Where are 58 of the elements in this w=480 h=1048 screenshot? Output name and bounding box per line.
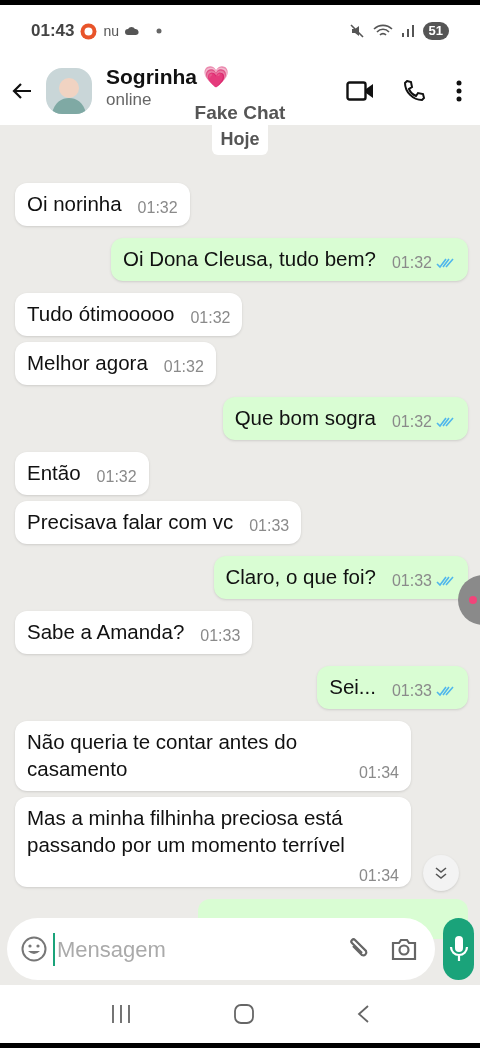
back-nav-icon[interactable] — [355, 1004, 370, 1024]
message-text: Claro, o que foi? — [225, 565, 376, 588]
cloud-icon — [125, 26, 140, 36]
signal-icon — [400, 24, 415, 38]
scroll-down-button[interactable] — [423, 855, 459, 891]
video-call-button[interactable] — [346, 80, 374, 102]
double-check-icon — [436, 685, 456, 697]
double-chevron-down-icon — [434, 866, 448, 880]
message-time: 01:33 — [249, 516, 290, 536]
double-check-icon — [436, 416, 456, 428]
message-text: Oi Dona Cleusa, tudo bem? — [122, 247, 376, 270]
message-text: Sei... — [329, 675, 376, 698]
date-chip: Hoje — [212, 125, 268, 155]
message-text: Mas a minha filhinha preciosa está passando por um momento terrível — [27, 806, 345, 856]
status-time: 01:43 — [31, 20, 75, 43]
message-text: Que bom sogra — [234, 406, 376, 429]
message-time: 01:32 — [96, 467, 137, 487]
notification-text: nu — [103, 21, 120, 41]
message-time: 01:33 — [391, 681, 432, 701]
message-time: 01:34 — [358, 763, 399, 783]
message-time: 01:32 — [391, 412, 432, 432]
contact-name: Sogrinha 💗 — [106, 66, 229, 87]
message-time: 01:34 — [358, 866, 399, 886]
overlay-label: Fake Chat — [194, 100, 286, 125]
double-check-icon — [436, 575, 456, 587]
menu-button[interactable] — [456, 80, 462, 102]
voice-call-button[interactable] — [402, 79, 426, 103]
microphone-button[interactable] — [443, 918, 474, 980]
mute-icon — [348, 23, 365, 39]
message-time: 01:32 — [163, 357, 204, 377]
message-time: 01:32 — [391, 253, 432, 273]
recorder-bubble-icon[interactable] — [458, 575, 480, 625]
emoji-icon[interactable] — [21, 936, 47, 962]
phone-icon — [402, 79, 426, 103]
message-time: 01:32 — [190, 308, 231, 328]
avatar[interactable] — [46, 68, 92, 114]
video-camera-icon — [346, 80, 374, 102]
message-time: 01:33 — [200, 626, 241, 646]
recent-apps-icon[interactable] — [110, 1004, 133, 1024]
message-text: Melhor agora — [27, 351, 148, 374]
message-text: Não queria te contar antes do casamento — [27, 730, 298, 780]
message-time: 01:33 — [391, 571, 432, 591]
contact-status: online — [106, 91, 152, 108]
camera-icon[interactable] — [391, 937, 417, 961]
message-text: Tudo ótimooooo — [27, 302, 175, 325]
message-time: 01:32 — [137, 198, 178, 218]
app-notification-icon — [80, 22, 98, 40]
message-field[interactable]: Mensagem — [7, 918, 435, 980]
more-vertical-icon — [456, 80, 462, 102]
message-text: Oi norinha — [27, 192, 122, 215]
microphone-icon — [448, 935, 469, 963]
message-input[interactable]: Mensagem — [53, 932, 345, 966]
home-icon[interactable] — [233, 1003, 255, 1025]
message-text: Sabe a Amanda? — [27, 620, 185, 643]
battery-indicator: 51 — [422, 22, 449, 40]
message-text: Precisava falar com vc — [27, 510, 234, 533]
double-check-icon — [436, 257, 456, 269]
message-text: Então — [27, 461, 81, 484]
